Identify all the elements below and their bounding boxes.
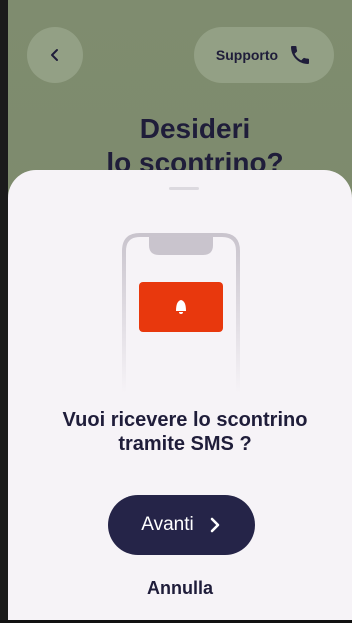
page-title-line1: Desideri	[139, 113, 251, 144]
sms-question: Vuoi ricevere lo scontrino tramite SMS ?	[62, 408, 308, 456]
avanti-label: Avanti	[141, 514, 194, 535]
back-button[interactable]	[27, 27, 83, 83]
support-button[interactable]: Supporto	[194, 27, 334, 83]
phone-notification-illustration	[122, 233, 240, 393]
support-label: Supporto	[215, 47, 279, 63]
avanti-button[interactable]: Avanti	[108, 495, 255, 555]
chevron-right-icon	[210, 517, 220, 533]
app-screen: Supporto Desideri lo scontrino? Vuoi ric…	[0, 0, 352, 623]
sheet-drag-handle[interactable]	[169, 187, 199, 190]
device-edge	[0, 0, 8, 623]
sms-question-line2: tramite SMS ?	[118, 433, 252, 455]
chevron-left-icon	[51, 49, 58, 61]
annulla-button[interactable]: Annulla	[120, 575, 240, 601]
phone-icon	[291, 46, 310, 64]
sms-question-line1: Vuoi ricevere lo scontrino	[62, 409, 308, 431]
